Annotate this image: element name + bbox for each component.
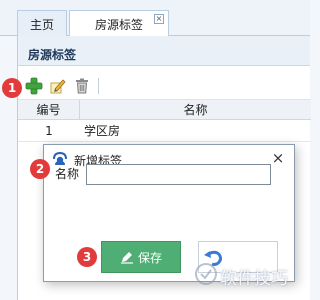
plus-icon[interactable] [25, 77, 43, 95]
tab-house-tags-label: 房源标签 [94, 17, 143, 32]
step-badge-1: 1 [2, 78, 22, 98]
step-badge-2: 2 [30, 159, 50, 179]
table-header: 编号 名称 [18, 100, 311, 120]
watermark-text: 软件技巧 [220, 269, 288, 289]
pencil-icon[interactable] [49, 77, 67, 95]
column-header-name[interactable]: 名称 [80, 100, 311, 120]
tab-close-icon[interactable]: × [154, 14, 164, 24]
panel-title: 房源标签 [18, 36, 310, 66]
toolbar-divider [98, 78, 99, 94]
tab-home[interactable]: 主页 [17, 10, 67, 37]
tab-home-label: 主页 [29, 17, 54, 32]
save-button[interactable]: 保存 [101, 241, 181, 273]
name-input[interactable] [86, 164, 271, 185]
cell-name: 学区房 [84, 124, 121, 138]
watermark-logo-icon [195, 263, 217, 285]
cell-id: 1 [45, 124, 53, 138]
column-header-id[interactable]: 编号 [18, 100, 80, 120]
toolbar [18, 74, 311, 100]
tab-house-tags[interactable]: 房源标签 × [69, 10, 169, 37]
trash-icon[interactable] [73, 77, 91, 95]
pencil-icon [120, 252, 133, 264]
step-badge-3: 3 [77, 247, 97, 267]
table-row[interactable]: 1 学区房 [18, 120, 311, 142]
tab-bar: 主页 房源标签 × [0, 0, 310, 37]
save-button-label: 保存 [137, 250, 162, 265]
name-field-label: 名称 [55, 167, 80, 181]
